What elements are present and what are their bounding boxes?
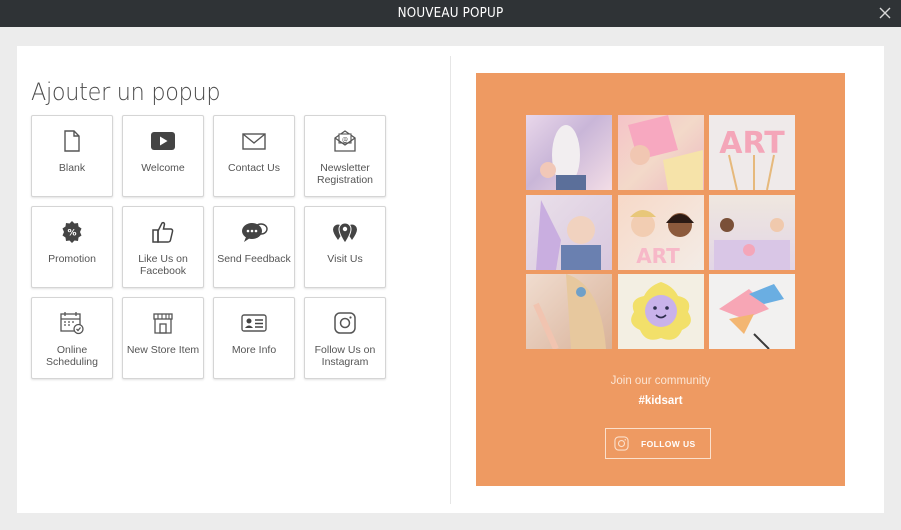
tile-welcome[interactable]: Welcome (122, 115, 204, 197)
follow-us-button[interactable]: FOLLOW US (605, 428, 711, 459)
window-title: NOUVEAU POPUP (397, 6, 504, 21)
tile-label: Welcome (141, 162, 185, 174)
tile-label: Like Us on Facebook (138, 253, 188, 277)
svg-text:@: @ (342, 137, 348, 144)
tile-label: Blank (58, 162, 86, 174)
tile-label: New Store Item (126, 344, 200, 356)
popup-preview: ART ART Join our community #kidsart FOLL… (476, 73, 845, 486)
photo-thumbnail: ART (709, 115, 795, 190)
instagram-icon (614, 436, 629, 451)
thumbs-up-icon (152, 221, 174, 243)
photo-thumbnail (526, 195, 612, 270)
tile-promotion[interactable]: % Promotion (31, 206, 113, 288)
photo-thumbnail (618, 274, 704, 349)
tile-more-info[interactable]: More Info (213, 297, 295, 379)
photo-thumbnail (526, 115, 612, 190)
calendar-check-icon (60, 312, 84, 335)
photo-thumbnail (526, 274, 612, 349)
svg-text:ART: ART (636, 244, 680, 268)
map-pins-icon (333, 222, 357, 244)
panel-divider (450, 56, 451, 504)
tile-like-facebook[interactable]: Like Us on Facebook (122, 206, 204, 288)
instagram-icon (334, 312, 356, 334)
storefront-icon (153, 313, 173, 334)
tile-contact-us[interactable]: Contact Us (213, 115, 295, 197)
page-title: Ajouter un popup (31, 78, 221, 106)
title-bar: NOUVEAU POPUP (0, 0, 901, 27)
photo-thumbnail (709, 274, 795, 349)
svg-text:%: % (67, 229, 76, 239)
tile-label: More Info (231, 344, 277, 356)
photo-thumbnail (618, 115, 704, 190)
community-text: Join our community (610, 375, 711, 387)
tile-label: Visit Us (327, 253, 363, 265)
hashtag-text: #kidsart (638, 395, 683, 407)
photo-thumbnail: ART (618, 195, 704, 270)
tile-online-scheduling[interactable]: Online Scheduling (31, 297, 113, 379)
document-icon (64, 130, 80, 152)
tile-label: Send Feedback (217, 253, 291, 265)
tile-label: Newsletter Registration (316, 162, 374, 186)
tile-label: Promotion (48, 253, 96, 265)
chat-bubbles-icon (242, 223, 268, 242)
percent-badge-icon: % (62, 221, 82, 243)
tile-label: Follow Us on Instagram (314, 344, 376, 368)
tile-newsletter-registration[interactable]: @ Newsletter Registration (304, 115, 386, 197)
play-video-icon (151, 132, 175, 150)
follow-us-label: FOLLOW US (641, 438, 696, 449)
close-icon[interactable] (877, 5, 893, 21)
envelope-icon (242, 133, 266, 150)
tile-label: Contact Us (228, 162, 280, 174)
tile-send-feedback[interactable]: Send Feedback (213, 206, 295, 288)
tile-label: Online Scheduling (46, 344, 98, 368)
id-card-icon (241, 314, 267, 332)
tile-new-store-item[interactable]: New Store Item (122, 297, 204, 379)
tile-visit-us[interactable]: Visit Us (304, 206, 386, 288)
photo-grid: ART ART (526, 115, 796, 349)
newsletter-envelope-icon: @ (334, 130, 356, 152)
tile-blank[interactable]: Blank (31, 115, 113, 197)
tile-follow-instagram[interactable]: Follow Us on Instagram (304, 297, 386, 379)
photo-thumbnail (709, 195, 795, 270)
